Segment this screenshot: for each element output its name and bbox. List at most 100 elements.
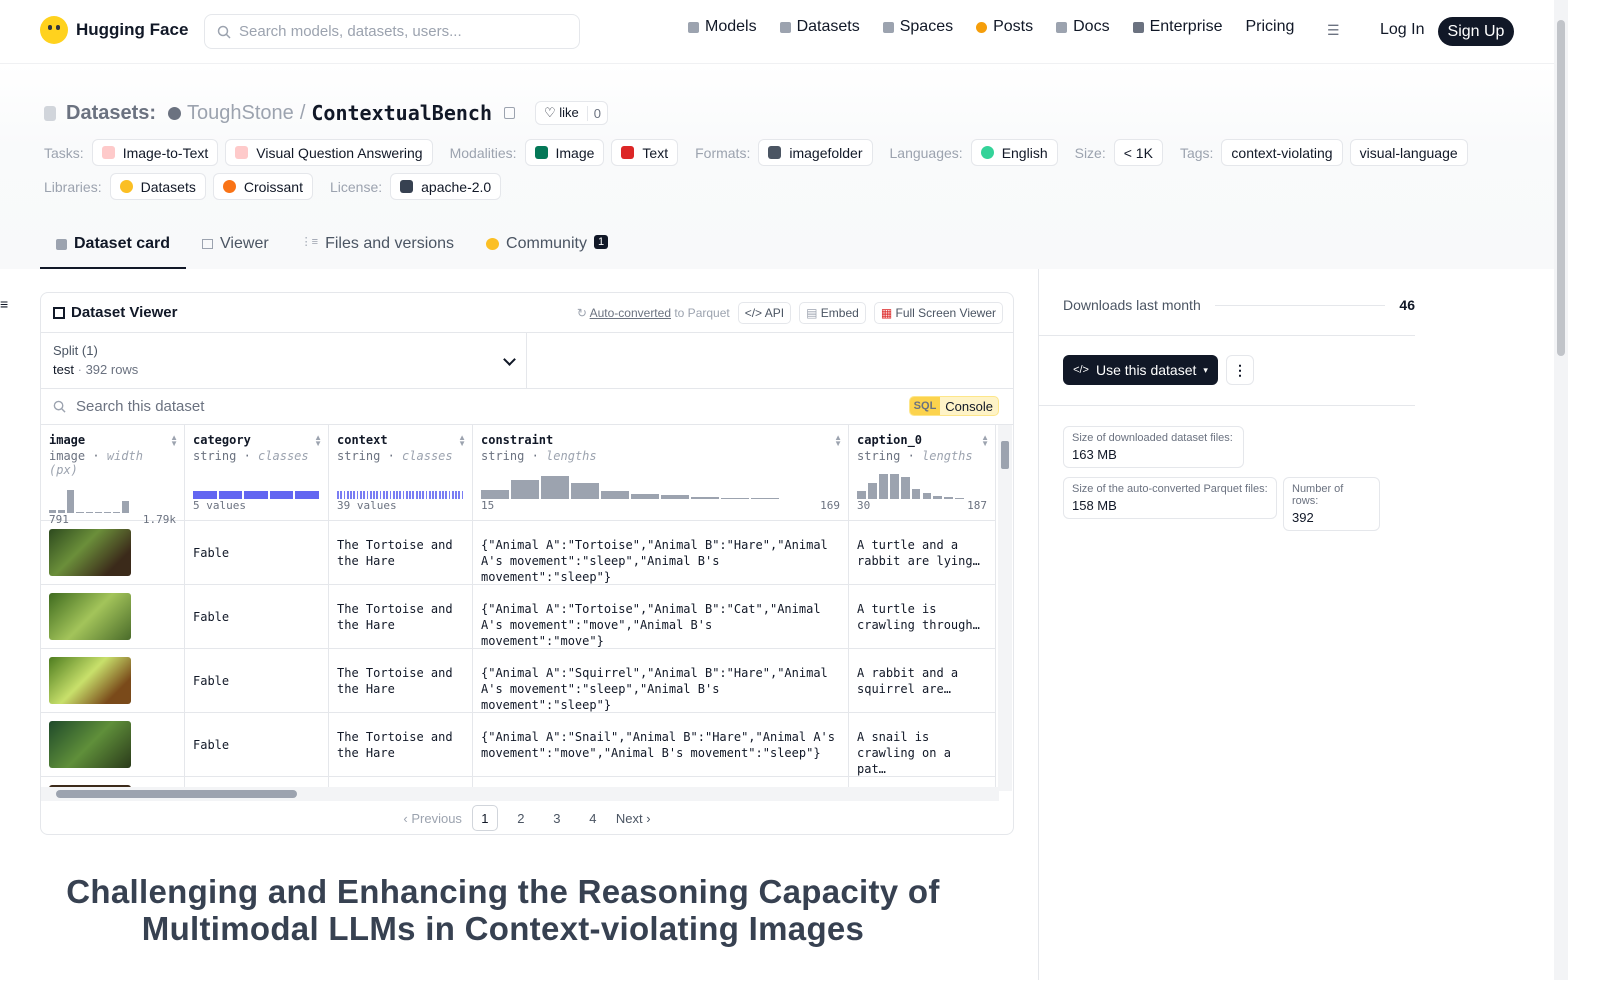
class-segment[interactable] [428,491,431,499]
table-cell[interactable]: A rabbit and a squirrel are… [849,649,995,713]
class-segment[interactable] [432,491,434,499]
api-button[interactable]: </> API [737,302,792,324]
histogram-bar[interactable] [889,474,899,499]
login-link[interactable]: Log In [1380,21,1424,39]
class-segment[interactable] [376,491,379,499]
histogram-bar[interactable] [721,497,749,499]
tag-chip-context-violating[interactable]: context-violating [1221,139,1343,166]
embed-button[interactable]: ▤ Embed [799,302,866,324]
column-header[interactable]: category ▲ ▼ string · classes 5 values [185,425,328,521]
sort-icon[interactable]: ▲ ▼ [834,434,842,448]
histogram-bar[interactable] [631,493,659,499]
histogram-bar[interactable] [944,496,954,499]
table-cell[interactable]: Fable [185,521,328,585]
table-cell[interactable] [41,585,184,649]
class-segment[interactable] [386,491,388,499]
class-segment[interactable] [382,491,385,499]
size-chip[interactable]: < 1K [1113,139,1163,166]
table-cell[interactable] [41,713,184,777]
use-dataset-button[interactable]: </> Use this dataset ▾ [1063,355,1218,385]
class-segment[interactable] [373,491,375,499]
class-segment[interactable] [346,491,349,499]
image-thumbnail[interactable] [49,721,131,768]
histogram-bar[interactable] [122,501,130,513]
page-2-button[interactable]: 2 [508,805,534,831]
class-segment[interactable] [445,491,448,499]
class-segment[interactable] [425,491,428,499]
histogram-bar[interactable] [541,475,569,499]
class-segment[interactable] [451,491,454,499]
class-segment[interactable] [269,491,294,499]
dataset-search-input[interactable]: Search this dataset SQL Console [41,389,1013,425]
task-chip-vqa[interactable]: Visual Question Answering [225,139,433,166]
sidebar-toggle-icon[interactable]: ≡ [0,296,8,312]
class-segment[interactable] [438,491,441,499]
sort-icon[interactable]: ▲ ▼ [170,434,178,448]
class-segment[interactable] [461,491,464,499]
previous-page-button[interactable]: ‹ Previous [403,811,462,826]
sort-icon[interactable]: ▲ ▼ [314,434,322,448]
histogram-bar[interactable] [955,497,965,499]
histogram-bar[interactable] [933,496,943,499]
page-1-button[interactable]: 1 [471,805,498,831]
search-input[interactable]: Search models, datasets, users... [204,14,580,49]
table-cell[interactable]: A turtle is crawling through… [849,585,995,649]
class-segment[interactable] [399,491,402,499]
modality-chip-text[interactable]: Text [611,139,679,166]
table-cell[interactable]: The Tortoise and the Hare [329,649,472,713]
table-cell[interactable]: {"Animal A":"Tortoise","Animal B":"Hare"… [473,521,848,585]
class-segment[interactable] [402,491,405,499]
sort-icon[interactable]: ▲ ▼ [458,434,466,448]
class-segment[interactable] [218,491,243,499]
more-options-button[interactable]: ⋮ [1226,355,1254,385]
class-segment[interactable] [389,491,392,499]
table-cell[interactable]: A turtle and a rabbit are lying… [849,521,995,585]
histogram-bar[interactable] [661,495,689,499]
histogram-bar[interactable] [58,510,66,513]
nav-link-posts[interactable]: Posts [976,18,1033,36]
class-segment[interactable] [455,491,457,499]
class-segment[interactable] [379,491,382,499]
histogram-bar[interactable] [751,497,779,499]
class-segment[interactable] [422,491,425,499]
tag-chip-visual-language[interactable]: visual-language [1349,139,1468,166]
class-segment[interactable] [448,491,451,499]
class-segment[interactable] [409,491,411,499]
table-cell[interactable]: Fable [185,649,328,713]
like-button[interactable]: ♡ like 0 [535,101,609,125]
image-thumbnail[interactable] [49,593,131,640]
class-segment[interactable] [415,491,418,499]
nav-link-pricing[interactable]: Pricing [1245,18,1294,36]
histogram-bar[interactable] [49,510,57,513]
class-segment[interactable] [366,491,369,499]
class-segment[interactable] [363,491,366,499]
class-segment[interactable] [396,491,398,499]
library-chip-croissant[interactable]: Croissant [212,173,313,200]
page-scrollbar[interactable] [1554,0,1568,980]
split-selector[interactable]: Split (1) test · 392 rows [41,333,527,389]
class-segment[interactable] [244,491,268,499]
class-segment[interactable] [435,491,438,499]
class-segment[interactable] [405,491,408,499]
class-segment[interactable] [369,491,372,499]
table-cell[interactable]: The Tortoise and the Hare [329,713,472,777]
copy-icon[interactable] [504,107,515,119]
class-segment[interactable] [350,491,352,499]
class-segment[interactable] [359,491,362,499]
class-segment[interactable] [392,491,395,499]
nav-link-models[interactable]: Models [688,18,757,36]
brand-logo[interactable]: Hugging Face [40,16,188,44]
page-3-button[interactable]: 3 [544,805,570,831]
histogram-bar[interactable] [922,492,932,499]
table-cell[interactable] [41,521,184,585]
histogram-bar[interactable] [67,489,75,513]
table-cell[interactable]: The Tortoise and the Hare [329,521,472,585]
class-segment[interactable] [295,491,319,499]
nav-menu-icon[interactable]: ☰ [1327,22,1340,39]
modality-chip-image[interactable]: Image [524,139,605,166]
tab-files[interactable]: ⋮≡ Files and versions [285,226,470,269]
histogram-bar[interactable] [601,491,629,499]
table-cell[interactable]: {"Animal A":"Tortoise","Animal B":"Cat",… [473,585,848,649]
histogram-bar[interactable] [76,512,84,513]
vertical-scroll-thumb[interactable] [1001,441,1009,469]
